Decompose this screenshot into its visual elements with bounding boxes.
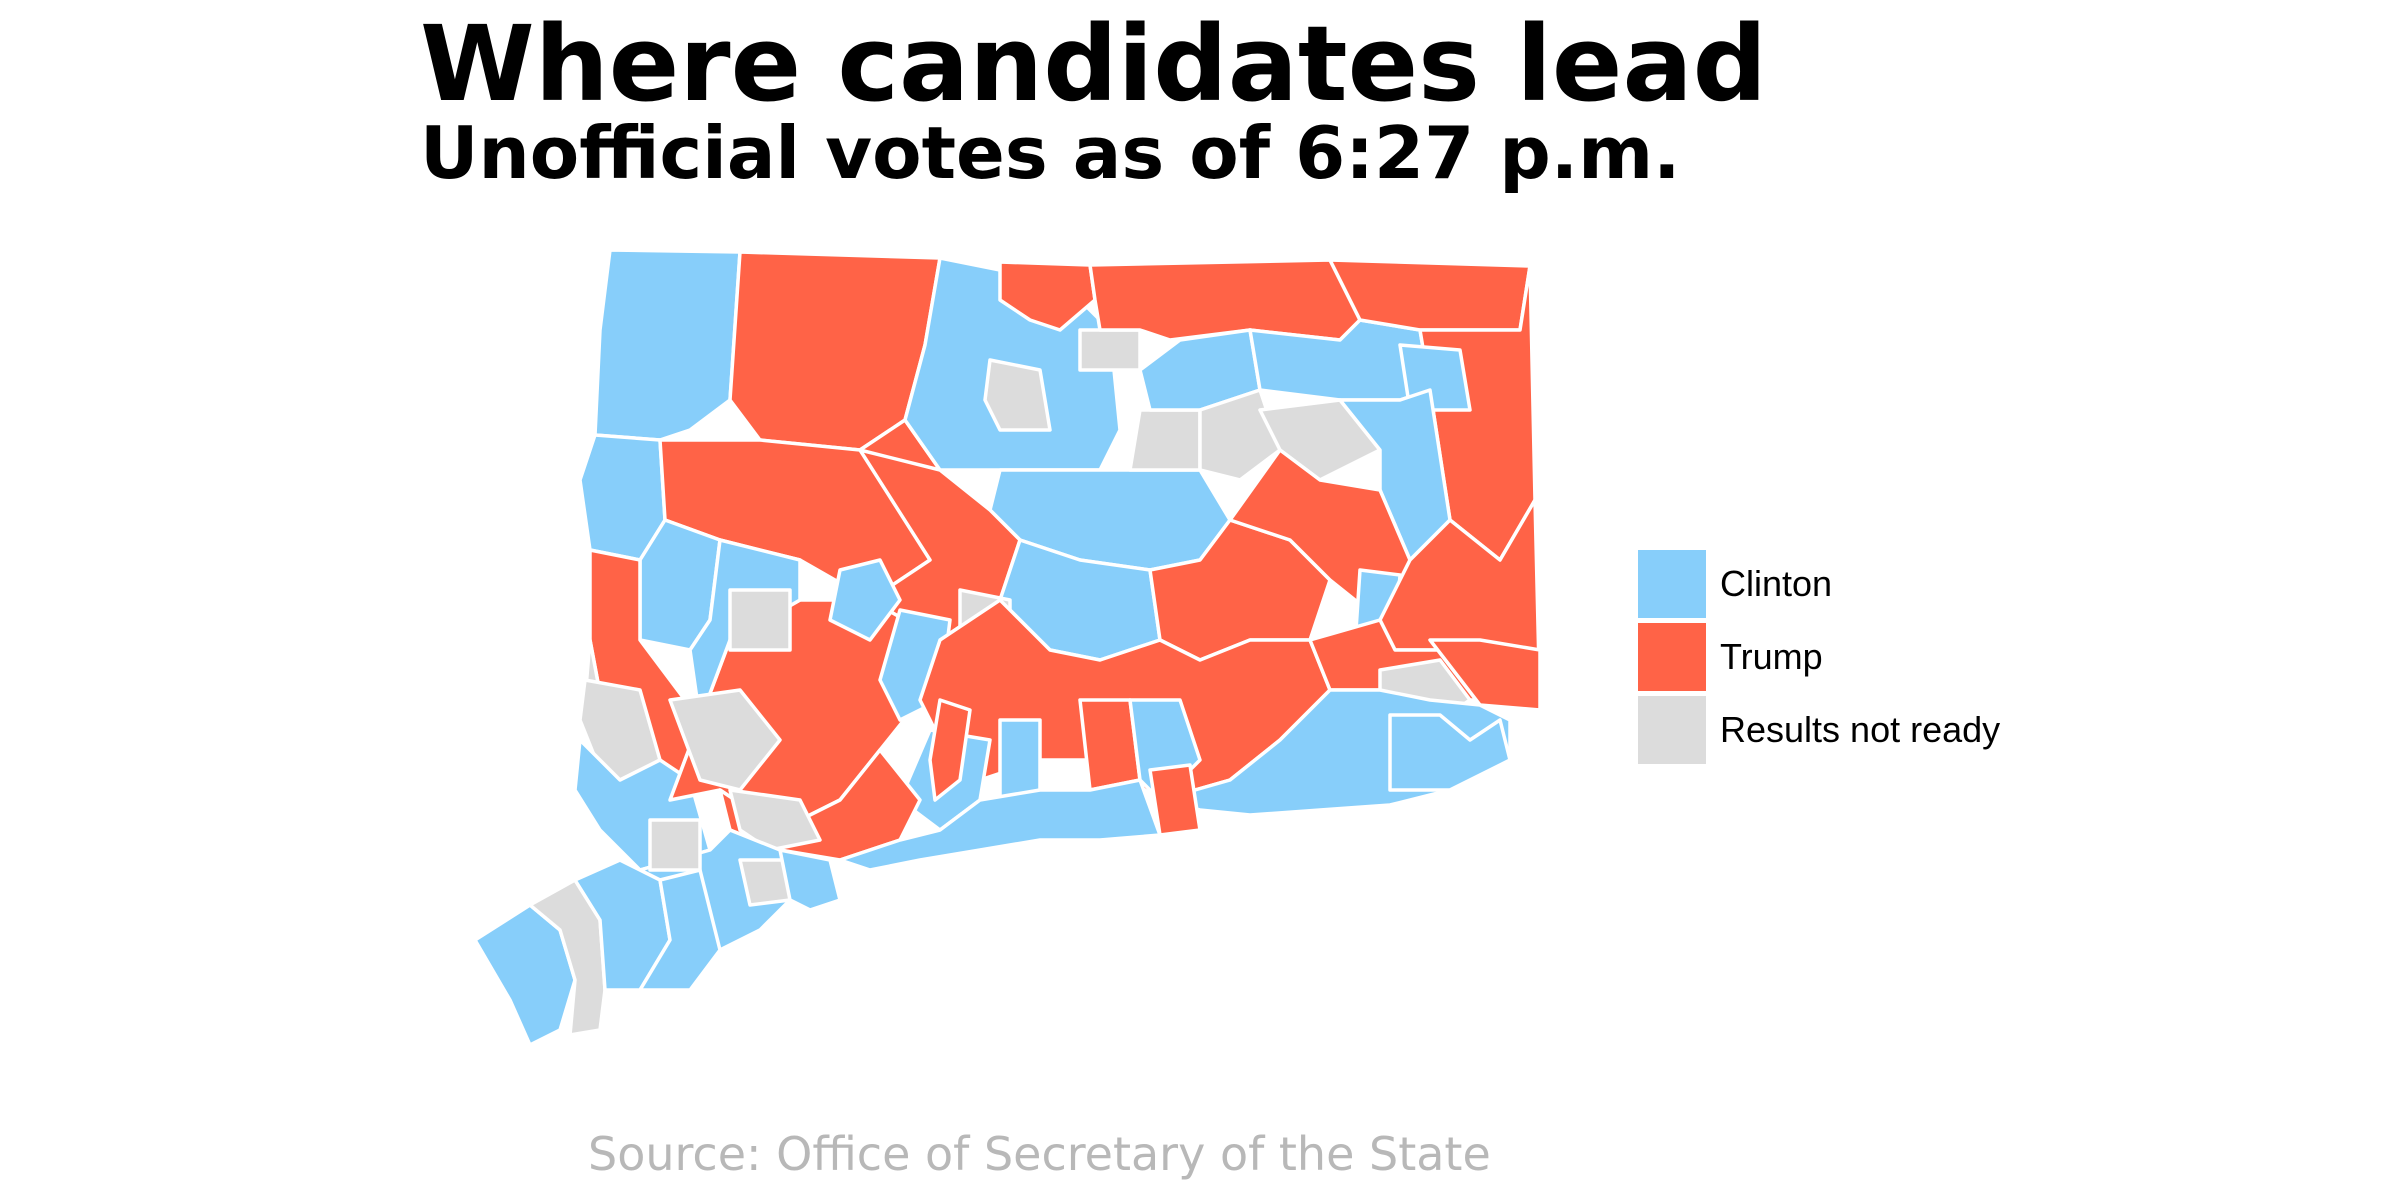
legend-item-clinton: Clinton — [1638, 548, 2000, 620]
town-region-northeast-1[interactable] — [1328, 258, 1532, 332]
town-region-southwest-5[interactable] — [648, 818, 702, 872]
town-region-west-1[interactable] — [593, 248, 742, 442]
legend-item-not-ready: Results not ready — [1638, 694, 2000, 766]
legend-swatch-trump — [1638, 623, 1706, 691]
legend-label-not-ready: Results not ready — [1720, 709, 2001, 750]
connecticut-town-map — [473, 248, 1542, 1047]
legend-label-trump: Trump — [1720, 636, 1823, 677]
town-region-eastcoast-1[interactable] — [1388, 713, 1512, 792]
legend-label-clinton: Clinton — [1720, 563, 1833, 604]
town-region-north-1[interactable] — [1088, 258, 1362, 342]
town-region-southcentral-3[interactable] — [998, 718, 1042, 802]
town-region-shore-1[interactable] — [778, 848, 842, 912]
town-region-north-2[interactable] — [1128, 408, 1202, 472]
town-region-westcentral-3[interactable] — [728, 588, 792, 652]
legend-item-trump: Trump — [1638, 621, 2000, 693]
town-region-central-3[interactable] — [983, 358, 1052, 432]
map-legend: Clinton Trump Results not ready — [1638, 548, 2000, 767]
legend-swatch-not-ready — [1638, 696, 1706, 764]
town-region-central-5[interactable] — [1078, 328, 1142, 372]
legend-swatch-clinton — [1638, 550, 1706, 618]
source-note: Source: Office of Secretary of the State — [588, 1127, 1491, 1181]
